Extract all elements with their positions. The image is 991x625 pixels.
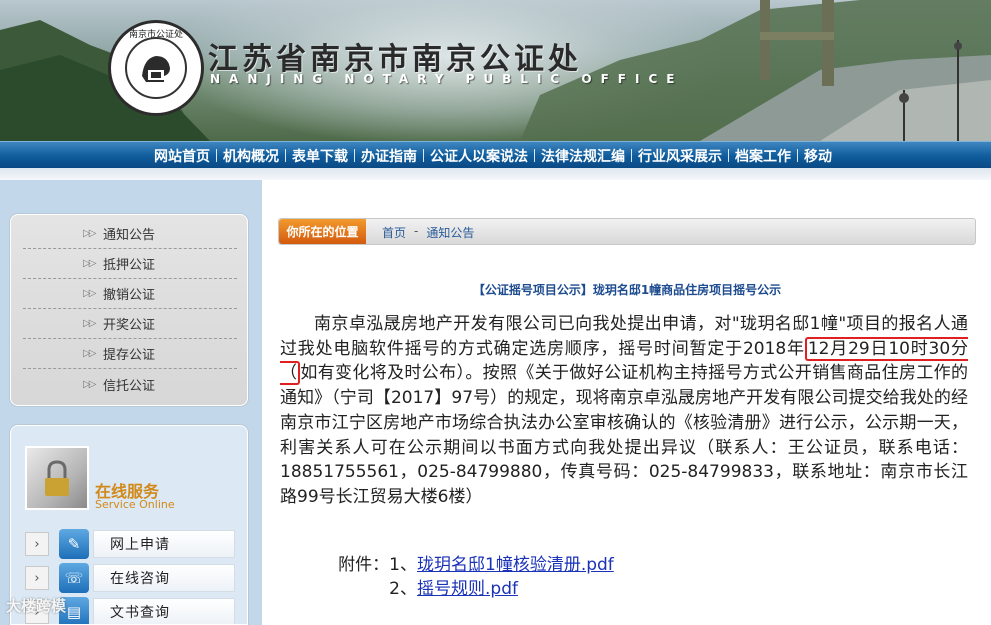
service-label: 网上申请 xyxy=(110,537,170,553)
breadcrumb-label: 你所在的位置 xyxy=(279,219,366,244)
lion-icon xyxy=(142,56,170,82)
watermark: 大楼跨模 xyxy=(6,597,67,615)
double-chevron-icon: ▷▷ xyxy=(83,378,96,390)
chevron-right-icon: › xyxy=(25,532,49,556)
service-bar: 在线咨询 xyxy=(93,564,235,592)
attachment-row: 附件：1、 珑玥名邸1幢核验清册.pdf xyxy=(327,553,614,577)
headset-icon: ☏ xyxy=(59,563,89,593)
padlock-image xyxy=(25,446,89,510)
breadcrumb-home-link[interactable]: 首页 xyxy=(382,224,406,241)
sidebar-item-revocation[interactable]: ▷▷ 撤销公证 xyxy=(23,279,237,309)
breadcrumb: 首页 - 通知公告 xyxy=(382,224,474,241)
attachment-number: 1、 xyxy=(389,555,417,575)
chevron-right-icon: › xyxy=(25,566,49,590)
service-bar: 文书查询 xyxy=(93,598,235,624)
sidebar-menu: ▷▷ 通知公告 ▷▷ 抵押公证 ▷▷ 撤销公证 ▷▷ 开奖公证 ▷▷ 提存公证 … xyxy=(10,214,248,406)
service-label: 文书查询 xyxy=(110,605,170,621)
service-label: 在线咨询 xyxy=(110,571,170,587)
sidebar-item-label: 提存公证 xyxy=(103,348,156,363)
nav-divider xyxy=(285,149,286,162)
sidebar-item-notices[interactable]: ▷▷ 通知公告 xyxy=(23,219,237,249)
sidebar-item-label: 通知公告 xyxy=(103,228,156,243)
nav-divider xyxy=(423,149,424,162)
double-chevron-icon: ▷▷ xyxy=(83,228,96,239)
nav-divider xyxy=(728,149,729,162)
logo-seal: 南京市公证处 xyxy=(108,20,204,116)
nav-item-cases[interactable]: 公证人以案说法 xyxy=(424,146,534,166)
nav-divider xyxy=(797,149,798,162)
article-title: 【公证摇号项目公示】珑玥名邸1幢商品住房项目摇号公示 xyxy=(472,283,782,297)
nav-item-forms[interactable]: 表单下载 xyxy=(286,146,354,166)
sidebar-item-label: 信托公证 xyxy=(103,378,156,394)
nav-item-home[interactable]: 网站首页 xyxy=(148,146,216,166)
service-online-consult[interactable]: › ☏ 在线咨询 xyxy=(25,563,235,593)
sidebar-item-escrow[interactable]: ▷▷ 提存公证 xyxy=(23,339,237,369)
nav-divider xyxy=(354,149,355,162)
nav-divider xyxy=(631,149,632,162)
attachment-link-rules[interactable]: 摇号规则.pdf xyxy=(417,577,518,601)
sidebar-item-label: 开奖公证 xyxy=(103,318,156,333)
sidebar-item-trust[interactable]: ▷▷ 信托公证 xyxy=(23,369,237,399)
sidebar-item-label: 抵押公证 xyxy=(103,258,156,273)
attachments: 附件：1、 珑玥名邸1幢核验清册.pdf 2、 摇号规则.pdf xyxy=(327,553,614,601)
nav-item-showcase[interactable]: 行业风采展示 xyxy=(632,146,728,166)
site-subtitle: NANJING NOTARY PUBLIC OFFICE xyxy=(210,72,684,86)
sidebar-item-mortgage[interactable]: ▷▷ 抵押公证 xyxy=(23,249,237,279)
double-chevron-icon: ▷▷ xyxy=(83,288,96,299)
nav-item-archive[interactable]: 档案工作 xyxy=(729,146,797,166)
nav-item-about[interactable]: 机构概况 xyxy=(217,146,285,166)
nav-item-mobile[interactable]: 移动 xyxy=(798,146,838,166)
service-subtitle: Service Online xyxy=(95,498,175,511)
nav-divider xyxy=(534,149,535,162)
service-bar: 网上申请 xyxy=(93,530,235,558)
main-nav: 网站首页 机构概况 表单下载 办证指南 公证人以案说法 法律法规汇编 行业风采展… xyxy=(0,141,991,168)
double-chevron-icon: ▷▷ xyxy=(83,318,96,329)
attachment-row: 2、 摇号规则.pdf xyxy=(327,577,614,601)
double-chevron-icon: ▷▷ xyxy=(83,258,96,269)
nav-item-guide[interactable]: 办证指南 xyxy=(355,146,423,166)
double-chevron-icon: ▷▷ xyxy=(83,348,96,359)
breadcrumb-current-link[interactable]: 通知公告 xyxy=(426,224,474,241)
service-online-apply[interactable]: › ✎ 网上申请 xyxy=(25,529,235,559)
nav-shadow xyxy=(0,168,991,180)
attachment-number: 2、 xyxy=(389,579,417,599)
nav-item-laws[interactable]: 法律法规汇编 xyxy=(535,146,631,166)
nav-divider xyxy=(216,149,217,162)
article-text-after: 如有变化将及时公布）。按照《关于做好公证机构主持摇号方式公开销售商品住房工作的通… xyxy=(280,363,969,507)
attachments-prefix: 附件： xyxy=(338,555,390,575)
padlock-icon xyxy=(45,460,69,496)
form-check-icon: ✎ xyxy=(59,529,89,559)
logo-ring-text: 南京市公证处 xyxy=(128,30,183,40)
breadcrumb-separator: - xyxy=(414,224,419,238)
sidebar-item-label: 撤销公证 xyxy=(103,288,156,303)
logo-emblem xyxy=(125,37,187,99)
article-body: 南京卓泓晟房地产开发有限公司已向我处提出申请，对"珑玥名邸1幢"项目的报名人通过… xyxy=(280,312,968,510)
attachment-link-checklist[interactable]: 珑玥名邸1幢核验清册.pdf xyxy=(417,553,614,577)
sidebar-item-lottery[interactable]: ▷▷ 开奖公证 xyxy=(23,309,237,339)
nav-list: 网站首页 机构概况 表单下载 办证指南 公证人以案说法 法律法规汇编 行业风采展… xyxy=(148,142,838,169)
header-banner: 南京市公证处 江苏省南京市南京公证处 NANJING NOTARY PUBLIC… xyxy=(0,0,991,141)
